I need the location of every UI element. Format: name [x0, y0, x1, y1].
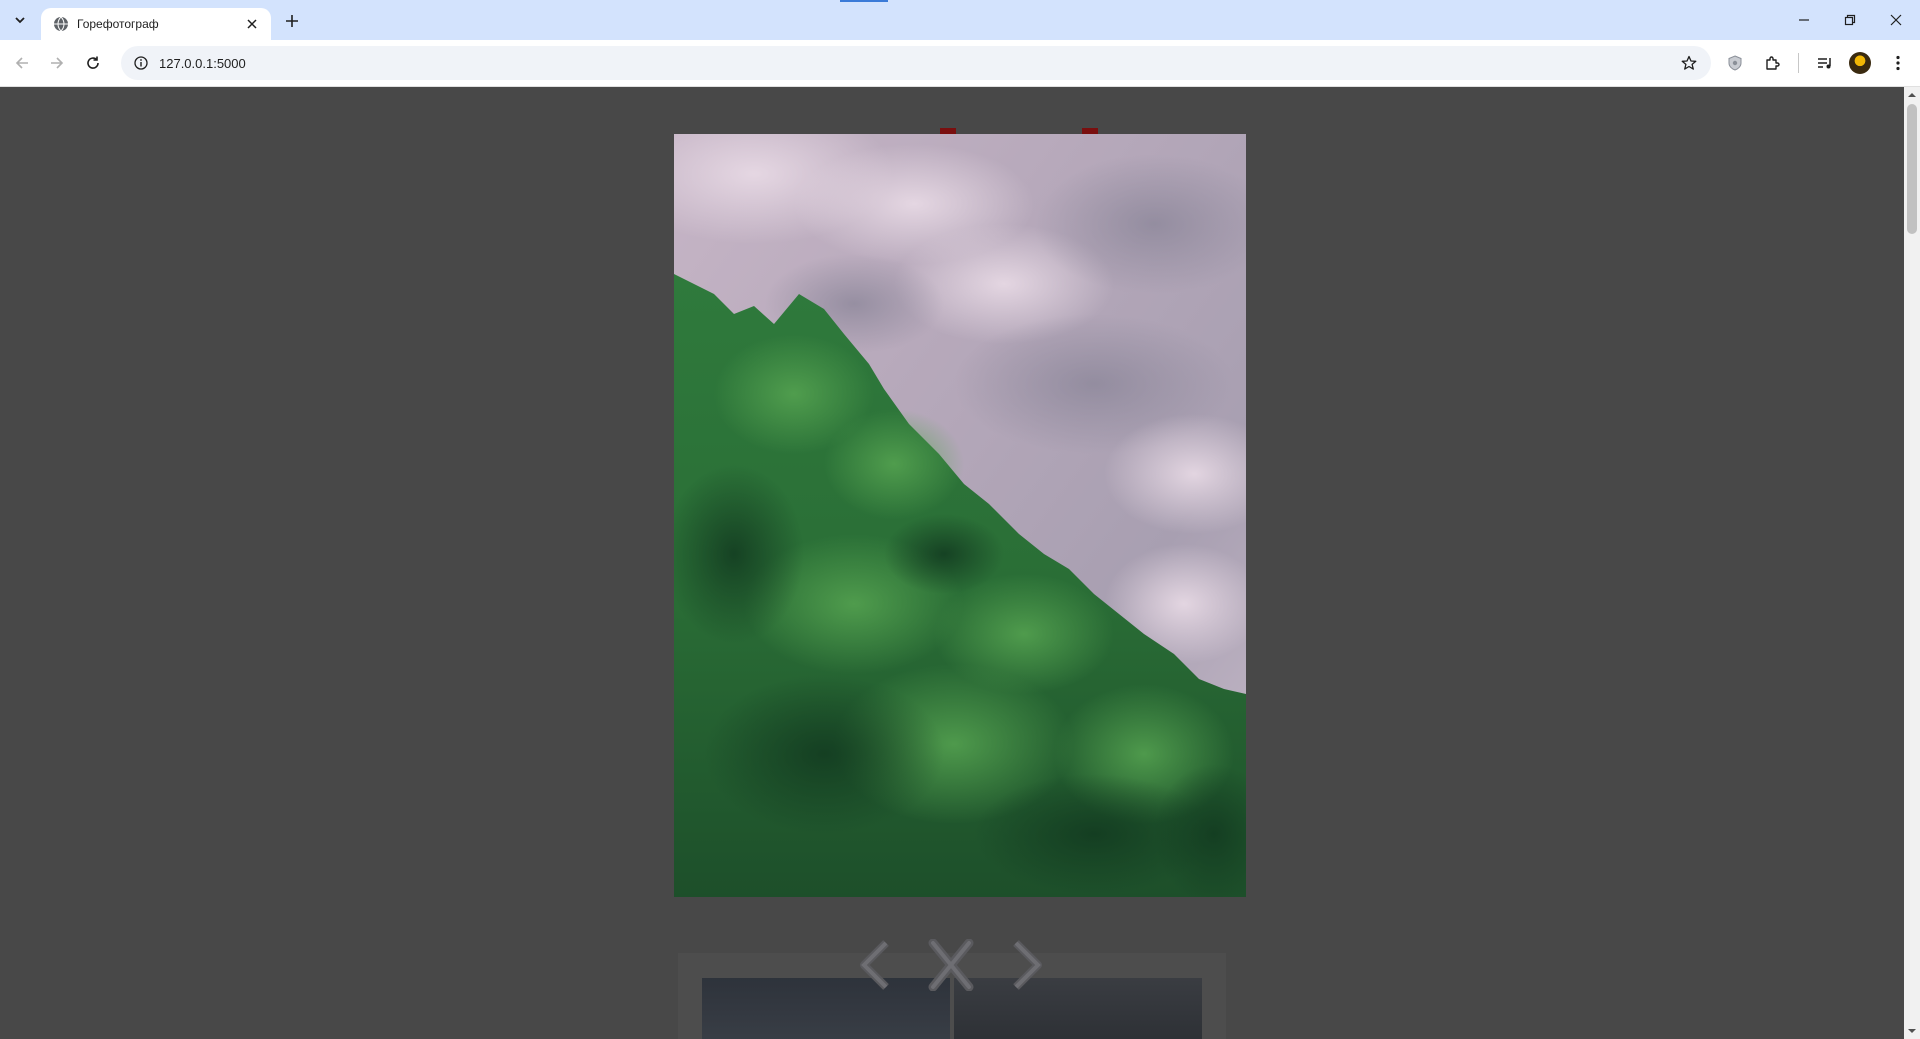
- scrollbar-thumb[interactable]: [1907, 104, 1917, 234]
- avatar[interactable]: [1849, 52, 1871, 74]
- reload-icon[interactable]: [79, 49, 107, 77]
- lightbox-photo: [674, 134, 1246, 897]
- next-chevron-icon[interactable]: [998, 936, 1054, 994]
- forward-icon[interactable]: [43, 49, 71, 77]
- close-x-icon[interactable]: [923, 936, 979, 994]
- tab-search-icon[interactable]: [6, 8, 34, 32]
- tab-title: Горефотограф: [77, 17, 159, 31]
- close-icon[interactable]: [243, 15, 261, 33]
- scroll-down-icon[interactable]: [1908, 1027, 1916, 1035]
- tab-drag-indicator: [840, 0, 888, 2]
- page-scrollbar[interactable]: [1904, 87, 1920, 1039]
- globe-icon: [53, 16, 69, 32]
- gallery-thumbnail[interactable]: [702, 978, 950, 1039]
- extensions-puzzle-icon[interactable]: [1759, 50, 1785, 76]
- shield-extension-icon[interactable]: [1722, 50, 1748, 76]
- media-controls-icon[interactable]: [1812, 50, 1838, 76]
- minimize-icon[interactable]: [1781, 4, 1827, 36]
- tab-strip: Горефотограф: [0, 0, 1920, 40]
- restore-icon[interactable]: [1827, 4, 1873, 36]
- gallery-thumbnail[interactable]: [954, 978, 1202, 1039]
- plus-icon[interactable]: [279, 8, 305, 34]
- site-info-icon[interactable]: [131, 53, 151, 73]
- url-text[interactable]: 127.0.0.1:5000: [159, 56, 1675, 71]
- address-bar[interactable]: 127.0.0.1:5000: [121, 46, 1711, 80]
- bookmark-star-icon[interactable]: [1675, 49, 1703, 77]
- scroll-up-icon[interactable]: [1908, 91, 1916, 99]
- kebab-menu-icon[interactable]: [1885, 50, 1911, 76]
- close-window-icon[interactable]: [1873, 4, 1919, 36]
- toolbar-divider: [1798, 53, 1799, 73]
- prev-chevron-icon[interactable]: [848, 936, 904, 994]
- active-tab[interactable]: Горефотограф: [41, 8, 271, 40]
- browser-toolbar: 127.0.0.1:5000: [0, 40, 1920, 87]
- back-icon[interactable]: [8, 49, 36, 77]
